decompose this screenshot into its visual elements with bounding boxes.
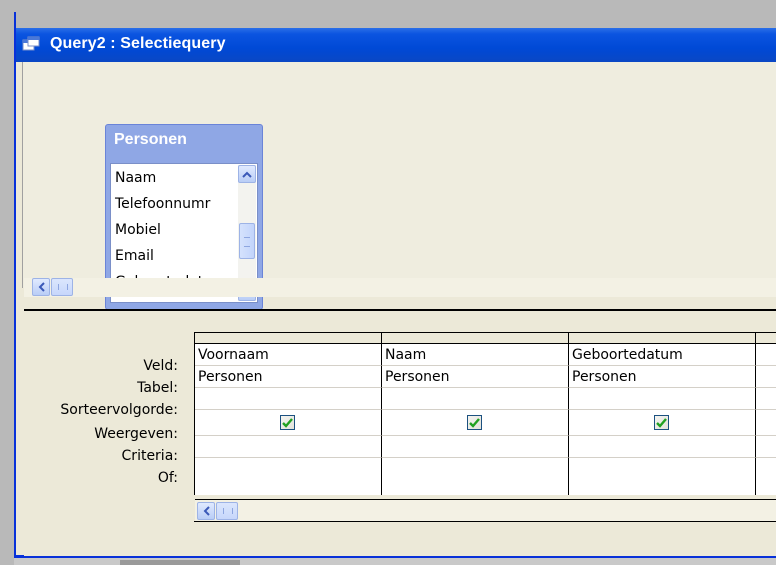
sort-cell-empty[interactable] — [756, 388, 776, 410]
row-label-tabel: Tabel: — [137, 380, 178, 396]
design-grid-pane: Veld: Tabel: Sorteervolgorde: Weergeven:… — [24, 318, 776, 556]
grid-bottom-border — [194, 521, 776, 522]
show-checkbox[interactable] — [654, 415, 669, 430]
query-window: Query2 : Selectiequery Personen Naam Tel… — [14, 12, 776, 558]
show-checkbox[interactable] — [280, 415, 295, 430]
criteria-cell[interactable] — [195, 436, 382, 458]
criteria-cell[interactable] — [569, 436, 756, 458]
field-cell-empty[interactable] — [756, 344, 776, 366]
scroll-thumb[interactable] — [239, 223, 255, 259]
design-grid: Voornaam Naam Geboortedatum Personen Per… — [194, 332, 776, 495]
criteria-cell-empty[interactable] — [756, 436, 776, 458]
grid-hscroll-thumb[interactable] — [216, 502, 238, 520]
field-item-telefoonnummer[interactable]: Telefoonnumr — [115, 196, 210, 212]
column-selector-2[interactable] — [382, 333, 569, 344]
scroll-up-button[interactable] — [238, 165, 256, 183]
criteria-cell[interactable] — [382, 436, 569, 458]
query-icon — [22, 36, 40, 52]
row-label-sorteervolgorde: Sorteervolgorde: — [60, 402, 178, 418]
table-title[interactable]: Personen — [114, 131, 187, 149]
sort-cell[interactable] — [382, 388, 569, 410]
show-cell-empty[interactable] — [756, 410, 776, 436]
or-cell[interactable] — [569, 458, 756, 495]
show-cell — [382, 410, 569, 436]
or-cell-empty[interactable] — [756, 458, 776, 495]
field-item-email[interactable]: Email — [115, 248, 154, 264]
background-text-peek — [120, 560, 240, 565]
column-selector-3[interactable] — [569, 333, 756, 344]
field-cell[interactable]: Voornaam — [195, 344, 382, 366]
sort-cell[interactable] — [569, 388, 756, 410]
field-item-mobiel[interactable]: Mobiel — [115, 222, 161, 238]
grid-scroll-left-button[interactable] — [197, 502, 215, 520]
show-cell — [569, 410, 756, 436]
grid-hscrollbar[interactable] — [195, 499, 776, 522]
screen-background — [0, 0, 776, 12]
show-cell — [195, 410, 382, 436]
table-cell[interactable]: Personen — [382, 366, 569, 388]
scroll-left-button[interactable] — [32, 278, 50, 296]
column-selector-1[interactable] — [195, 333, 382, 344]
table-pane-hscrollbar[interactable] — [24, 278, 776, 297]
title-bar[interactable]: Query2 : Selectiequery — [16, 12, 776, 62]
field-item-naam[interactable]: Naam — [115, 170, 156, 186]
table-pane[interactable]: Personen Naam Telefoonnumr Mobiel Email … — [22, 62, 776, 310]
window-title: Query2 : Selectiequery — [50, 35, 226, 52]
row-label-of: Of: — [157, 470, 178, 486]
table-cell[interactable]: Personen — [569, 366, 756, 388]
row-label-weergeven: Weergeven: — [94, 426, 178, 442]
hscroll-thumb[interactable] — [51, 278, 73, 296]
screen-background-left — [0, 12, 14, 565]
field-cell[interactable]: Geboortedatum — [569, 344, 756, 366]
or-cell[interactable] — [382, 458, 569, 495]
show-checkbox[interactable] — [467, 415, 482, 430]
table-cell[interactable]: Personen — [195, 366, 382, 388]
row-label-veld: Veld: — [143, 358, 178, 374]
field-cell[interactable]: Naam — [382, 344, 569, 366]
row-label-criteria: Criteria: — [121, 448, 178, 464]
column-selector-4[interactable] — [756, 333, 776, 344]
table-cell-empty[interactable] — [756, 366, 776, 388]
or-cell[interactable] — [195, 458, 382, 495]
sort-cell[interactable] — [195, 388, 382, 410]
